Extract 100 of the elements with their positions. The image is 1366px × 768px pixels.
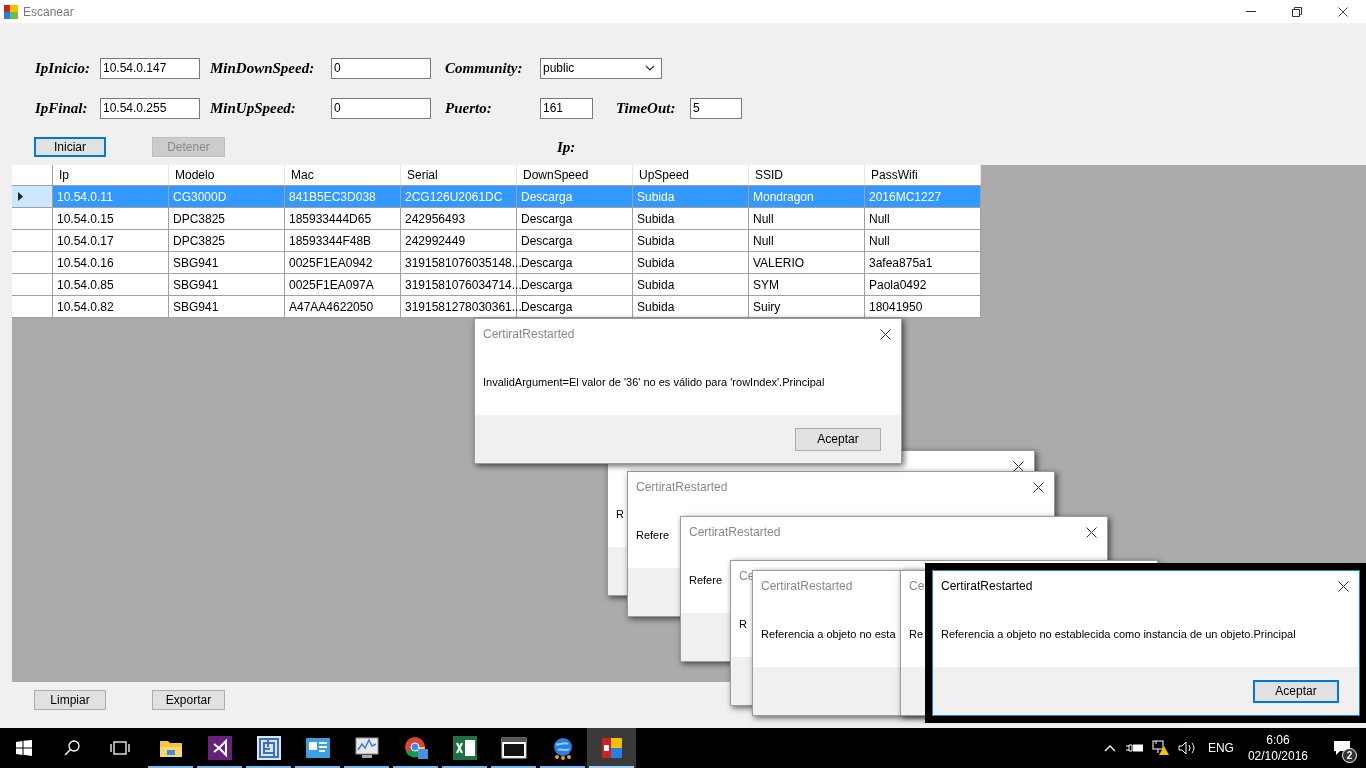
table-cell: 0025F1EA097A [285, 274, 401, 295]
table-cell: 10.54.0.16 [53, 252, 169, 273]
accept-button[interactable]: Aceptar [1253, 679, 1339, 703]
table-cell: 2CG126U2061DC [401, 186, 517, 207]
table-cell: DPC3825 [169, 208, 285, 229]
dialog-message: Referencia a objeto no establecida como instancia de un objeto.Principal [941, 626, 1296, 642]
code-editor-icon [207, 736, 232, 760]
table-cell: Subida [633, 208, 749, 229]
table-cell: Null [865, 230, 981, 251]
text-field[interactable]: 0 [331, 97, 431, 119]
table-cell: 10.54.0.15 [53, 208, 169, 229]
table-cell: Suiry [749, 296, 865, 317]
speaker-icon[interactable] [1177, 741, 1198, 755]
dialog-message: Re [909, 626, 924, 642]
color-tiles-icon [599, 736, 624, 760]
table-cell: Null [749, 230, 865, 251]
search-icon [64, 740, 80, 756]
table-row[interactable]: 10.54.0.17 DPC3825 18593344F48B 242992449 Descarga Subida Null Null [12, 230, 981, 252]
column-header[interactable]: Ip [53, 165, 169, 185]
table-cell: CG3000D [169, 186, 285, 207]
id-card-icon [305, 738, 330, 758]
field-label: IpInicio: [35, 60, 90, 76]
accept-button[interactable]: Aceptar [795, 427, 881, 451]
table-row[interactable]: 10.54.0.15 DPC3825 185933444D65 242956493 Descarga Subida Null Null [12, 208, 981, 230]
close-icon[interactable] [1013, 460, 1024, 472]
column-header[interactable]: SSID [749, 165, 865, 185]
browser-icon [403, 736, 428, 760]
close-icon[interactable] [1033, 481, 1044, 493]
column-header[interactable]: Modelo [169, 165, 285, 185]
battery-plug-icon[interactable] [1125, 743, 1144, 753]
spreadsheet-icon [452, 736, 477, 760]
dialog-title: CertiratRestarted [636, 479, 728, 496]
dialog-message: R [616, 506, 624, 522]
field-label: IpFinal: [35, 100, 88, 116]
table-cell: Mondragon [749, 186, 865, 207]
table-cell: SBG941 [169, 252, 285, 273]
dialog-title: CertiratRestarted [483, 326, 575, 343]
table-cell: Descarga [517, 186, 633, 207]
clock[interactable]: 6:06 02/10/2016 [1247, 732, 1308, 764]
chevron-down-icon [645, 65, 655, 71]
table-cell: 18041950 [865, 296, 981, 317]
table-cell: 18593344F48B [285, 230, 401, 251]
table-cell: 185933444D65 [285, 208, 401, 229]
notification-badge: 2 [1342, 748, 1357, 763]
close-icon[interactable] [1338, 6, 1348, 17]
close-icon[interactable] [880, 328, 891, 340]
dialog-message: R [739, 616, 747, 632]
dialog-title: CertiratRestarted [941, 578, 1033, 595]
table-cell: 242992449 [401, 230, 517, 251]
column-header[interactable]: PassWifi [865, 165, 981, 185]
table-cell: Subida [633, 274, 749, 295]
window-icon [500, 737, 527, 759]
table-cell: Subida [633, 186, 749, 207]
table-cell: 3afea875a1 [865, 252, 981, 273]
column-header[interactable]: Mac [285, 165, 401, 185]
table-cell: VALERIO [749, 252, 865, 273]
dialog-title: CertiratRestarted [689, 524, 781, 541]
text-field[interactable]: 0 [331, 57, 431, 79]
dialog-message: Referencia a objeto no esta [761, 626, 896, 642]
text-field[interactable]: 5 [690, 97, 742, 119]
chevron-up-icon[interactable] [1103, 744, 1116, 752]
column-header[interactable]: DownSpeed [517, 165, 633, 185]
clear-button[interactable]: Limpiar [34, 690, 106, 710]
table-cell: Subida [633, 230, 749, 251]
dialog-message: Refere [689, 572, 723, 588]
close-icon[interactable] [1338, 580, 1349, 592]
table-cell: DPC3825 [169, 230, 285, 251]
field-label: MinDownSpeed: [210, 60, 315, 76]
language-indicator[interactable]: ENG [1207, 739, 1234, 757]
table-cell: 10.54.0.17 [53, 230, 169, 251]
table-row[interactable]: 10.54.0.16 SBG941 0025F1EA0942 3191581076035148...Descarga Subida VALERIO 3afea875a1 [12, 252, 981, 274]
maze-icon [256, 736, 281, 760]
table-cell: Descarga [517, 230, 633, 251]
table-row[interactable]: 10.54.0.82 SBG941 A47AA4622050 3191581278030361...Descarga Subida Suiry 18041950 [12, 296, 981, 318]
restore-icon [1292, 6, 1302, 17]
table-cell: Descarga [517, 208, 633, 229]
column-header[interactable]: Serial [401, 165, 517, 185]
network-warning-icon[interactable] [1151, 740, 1170, 756]
text-field[interactable]: 10.54.0.147 [100, 57, 200, 79]
column-header[interactable]: UpSpeed [633, 165, 749, 185]
monitor-chart-icon [353, 736, 380, 760]
dialog-message: InvalidArgument=El valor de '36' no es válido para 'rowIndex'.Principal [483, 374, 825, 390]
table-row[interactable]: 10.54.0.85 SBG941 0025F1EA097A 3191581076034714...Descarga Subida SYM Paola0492 [12, 274, 981, 296]
windows-logo-icon [16, 740, 32, 756]
table-cell: Subida [633, 252, 749, 273]
field-label: Puerto: [445, 100, 492, 116]
table-cell: 2016MC1227 [865, 186, 981, 207]
start-button[interactable]: Iniciar [34, 137, 106, 157]
field-label: TimeOut: [616, 100, 676, 116]
table-cell: 10.54.0.82 [53, 296, 169, 317]
table-cell: SBG941 [169, 274, 285, 295]
text-field[interactable]: 161 [540, 97, 593, 119]
task-view-icon [110, 741, 130, 755]
text-field[interactable]: 10.54.0.255 [100, 97, 200, 119]
table-cell: Null [865, 208, 981, 229]
table-cell: 10.54.0.11 [53, 186, 169, 207]
export-button[interactable]: Exportar [152, 690, 225, 710]
community-dropdown[interactable]: public [540, 57, 662, 79]
taskbar-app[interactable] [587, 728, 636, 768]
close-icon[interactable] [1086, 526, 1097, 538]
